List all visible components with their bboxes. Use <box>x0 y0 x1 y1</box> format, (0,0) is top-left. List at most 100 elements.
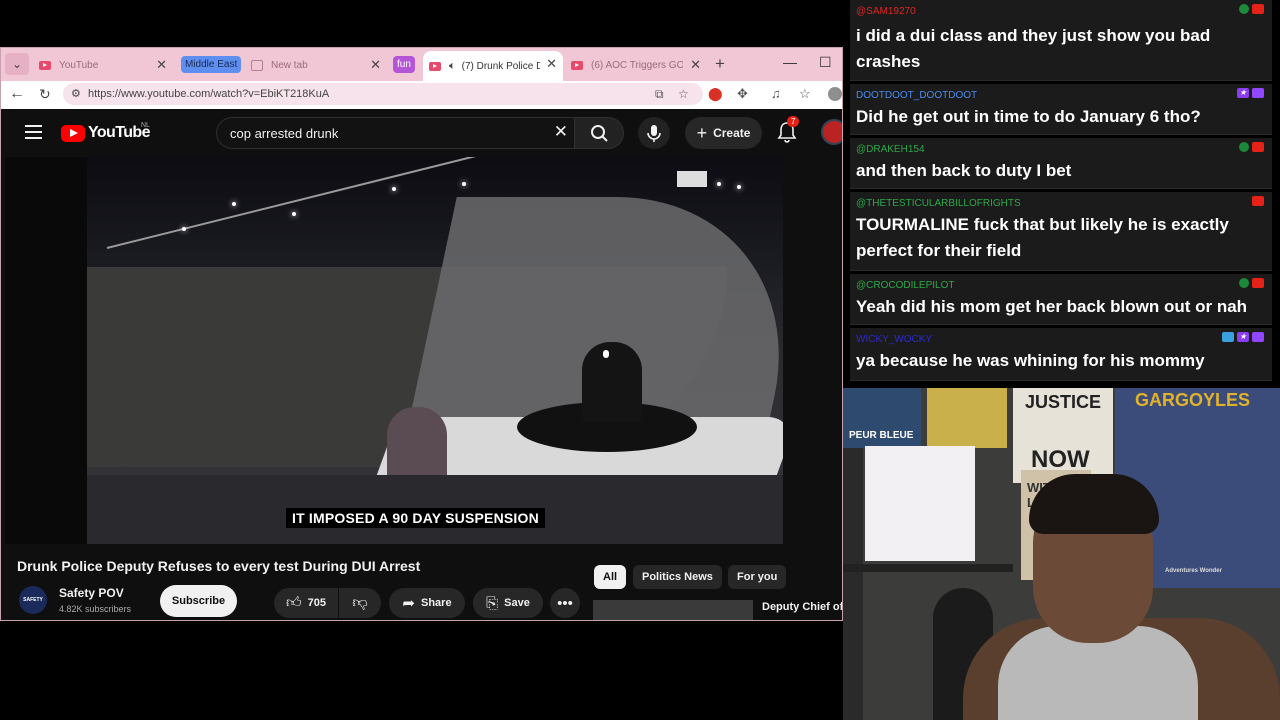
channel-name[interactable]: Safety POV <box>59 586 124 600</box>
thumbs-down-icon: 👎︎ <box>352 594 368 611</box>
star-badge-icon: ★ <box>1237 88 1249 98</box>
youtube-header: YouTube NL cop arrested drunk ✕ + Create… <box>1 109 842 157</box>
clear-search-icon[interactable]: ✕ <box>554 122 568 142</box>
country-code: NL <box>141 122 150 129</box>
youtube-record-badge-icon <box>1239 142 1249 152</box>
tab-drunk-police-active[interactable]: 🔈︎ (7) Drunk Police D ✕ <box>423 51 563 81</box>
chat-text: ya because he was whining for his mommy <box>856 351 1205 370</box>
chat-message: WICKY_WOCKY ★ ya because he was whining … <box>850 328 1272 381</box>
maximize-icon[interactable]: ☐ <box>819 54 832 71</box>
close-tab-icon[interactable]: ✕ <box>156 57 167 73</box>
twitch-badge-icon <box>1252 332 1264 342</box>
profile-avatar-icon[interactable] <box>828 87 842 101</box>
chat-username: WICKY_WOCKY <box>856 334 933 345</box>
dislike-button[interactable]: 👎︎ <box>339 588 381 618</box>
youtube-favicon-icon <box>571 60 583 70</box>
media-control-icon[interactable]: ♫ <box>771 86 781 101</box>
poster-text: JUSTICE <box>1025 392 1102 412</box>
bookmark-star-icon[interactable]: ☆ <box>678 83 689 105</box>
browser-toolbar: ← ↻ ⚙︎ https://www.youtube.com/watch?v=E… <box>1 81 842 109</box>
search-input[interactable]: cop arrested drunk ✕ <box>216 117 574 149</box>
more-actions-button[interactable]: ••• <box>550 588 580 618</box>
search-icon <box>591 125 608 142</box>
chat-username: DOOTDOOT_DOOTDOOT <box>856 90 978 101</box>
video-player[interactable]: IT IMPOSED A 90 DAY SUSPENSION <box>5 157 783 544</box>
like-count: 705 <box>307 597 327 609</box>
video-caption: IT IMPOSED A 90 DAY SUSPENSION <box>286 508 545 528</box>
new-tab-plus-icon[interactable]: + <box>715 54 725 74</box>
subscribe-button[interactable]: Subscribe <box>160 585 237 617</box>
chat-username: @CROCODILEPILOT <box>856 280 955 291</box>
chat-badges <box>1236 278 1264 288</box>
tab-label: New tab <box>271 59 308 71</box>
close-tab-icon[interactable]: ✕ <box>370 57 381 73</box>
chat-text: Yeah did his mom get her back blown out … <box>856 297 1248 316</box>
chat-badges: ★ <box>1234 88 1264 98</box>
chat-username: @THETESTICULARBILLOFRIGHTS <box>856 198 1021 209</box>
share-button[interactable]: ➦ Share <box>389 588 465 618</box>
tab-youtube[interactable]: YouTube ✕ <box>33 52 173 78</box>
poster: JUSTICE NOW <box>1013 388 1113 483</box>
close-tab-icon[interactable]: ✕ <box>546 56 557 72</box>
address-bar[interactable]: ⚙︎ https://www.youtube.com/watch?v=EbiKT… <box>63 83 703 105</box>
install-app-icon[interactable]: ⧉ <box>655 83 664 105</box>
subscriber-count: 4.82K subscribers <box>59 604 132 614</box>
youtube-badge-icon <box>1252 142 1264 152</box>
tab-aoc[interactable]: (6) AOC Triggers GOP ✕ <box>565 52 707 78</box>
youtube-logo[interactable]: YouTube <box>61 124 150 142</box>
tab-search-chevron-icon[interactable]: ⌄ <box>5 53 29 75</box>
youtube-record-badge-icon <box>1239 278 1249 288</box>
voice-search-button[interactable] <box>638 117 670 149</box>
minimize-icon[interactable]: — <box>783 54 797 70</box>
chat-text: and then back to duty I bet <box>856 161 1072 180</box>
tab-new-tab[interactable]: New tab ✕ <box>245 52 387 78</box>
poster-text: Adventures Wonder <box>1165 568 1222 574</box>
light-panel <box>865 446 975 561</box>
plus-icon: + <box>696 122 708 143</box>
tv-badge-icon <box>1222 332 1234 342</box>
star-badge-icon: ★ <box>1237 332 1249 342</box>
video-title: Drunk Police Deputy Refuses to every tes… <box>17 558 421 574</box>
chip-for-you[interactable]: For you <box>728 565 787 589</box>
channel-avatar[interactable]: SAFETY <box>19 586 47 614</box>
chat-message: @DRAKEH154 and then back to duty I bet <box>850 138 1272 189</box>
back-arrow-icon[interactable]: ← <box>9 85 25 103</box>
chat-message: @THETESTICULARBILLOFRIGHTS TOURMALINE fu… <box>850 192 1272 271</box>
speaker-icon[interactable]: 🔈︎ <box>449 60 456 73</box>
search-button[interactable] <box>574 117 624 149</box>
close-tab-icon[interactable]: ✕ <box>690 57 701 73</box>
save-button[interactable]: ⎘ Save <box>473 588 543 618</box>
extension-record-icon[interactable]: ⬤ <box>708 86 723 102</box>
chat-badges <box>1236 4 1264 14</box>
create-button[interactable]: + Create <box>685 117 762 149</box>
like-button[interactable]: 👍︎ 705 <box>274 588 338 618</box>
webcam-feed: PEUR BLEUE JUSTICE NOW GARGOYLES Adventu… <box>843 388 1280 720</box>
twitch-badge-icon <box>1252 88 1264 98</box>
favorites-icon[interactable]: ☆ <box>799 86 811 102</box>
url-text[interactable]: https://www.youtube.com/watch?v=EbiKT218… <box>88 83 329 105</box>
tab-group-middle-east[interactable]: Middle East <box>181 56 242 73</box>
account-avatar[interactable] <box>821 119 842 145</box>
chat-badges <box>1236 142 1264 152</box>
menu-hamburger-icon[interactable] <box>25 125 42 143</box>
youtube-badge-icon <box>1252 278 1264 288</box>
recommended-title[interactable]: Deputy Chief of <box>762 601 842 613</box>
tab-group-fun[interactable]: fun <box>393 56 415 73</box>
chip-politics-news[interactable]: Politics News <box>633 565 722 589</box>
microphone-icon <box>647 125 661 142</box>
chat-text: Did he get out in time to do January 6 t… <box>856 107 1201 126</box>
youtube-badge-icon <box>1252 196 1264 206</box>
recommended-thumbnail[interactable] <box>593 600 753 620</box>
reload-icon[interactable]: ↻ <box>39 86 51 103</box>
browser-window: ⌄ YouTube ✕ Middle East New tab ✕ fun 🔈︎… <box>0 47 843 621</box>
notifications-button[interactable]: 7 <box>777 116 800 148</box>
search-query-text[interactable]: cop arrested drunk <box>230 126 338 141</box>
site-info-icon[interactable]: ⚙︎ <box>71 83 81 105</box>
more-dots-icon: ••• <box>557 594 573 612</box>
new-tab-favicon-icon <box>251 59 263 71</box>
youtube-record-badge-icon <box>1239 4 1249 14</box>
poster <box>927 388 1007 448</box>
chat-username: @SAM19270 <box>856 6 916 17</box>
extensions-puzzle-icon[interactable]: ✥ <box>737 86 748 102</box>
chip-all[interactable]: All <box>594 565 627 589</box>
